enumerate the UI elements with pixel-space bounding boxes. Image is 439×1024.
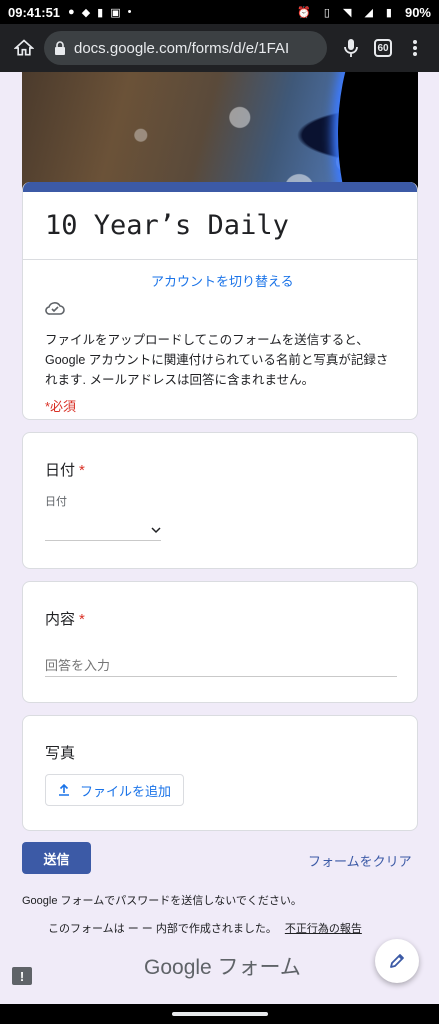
pencil-icon	[390, 954, 404, 968]
date-picker-input[interactable]	[45, 519, 161, 541]
signal-icon: ◢	[364, 6, 373, 19]
question-content: 内容 *	[22, 581, 418, 703]
question-title: 日付 *	[45, 459, 85, 480]
messenger-icon: ●	[68, 6, 75, 18]
question-photo: 写真 ファイルを追加	[22, 715, 418, 831]
browser-menu-button[interactable]	[399, 32, 431, 64]
browser-toolbar: docs.google.com/forms/d/e/1FAI 60	[0, 24, 439, 72]
form-title: 10 Year’s Daily	[23, 192, 417, 260]
wifi-icon: ◥	[342, 6, 352, 19]
cloud-check-icon	[45, 300, 65, 321]
question-date: 日付 * 日付	[22, 432, 418, 569]
created-note-text: このフォームは ー ー 内部で作成されました。	[48, 923, 277, 935]
question-title-text: 日付	[45, 462, 76, 479]
tab-count: 60	[374, 39, 392, 57]
submit-button[interactable]: 送信	[22, 842, 91, 874]
switch-account-link[interactable]: アカウントを切り替える	[151, 271, 294, 290]
question-title: 内容 *	[45, 608, 85, 629]
edit-button[interactable]	[375, 939, 419, 983]
upload-icon	[59, 784, 69, 796]
vibrate-icon: ▯	[323, 6, 330, 19]
required-mark: *	[79, 462, 85, 479]
notification-icon: ▣	[110, 6, 121, 19]
form-title-card: 10 Year’s Daily アカウントを切り替える ファイルをアップロードし…	[22, 182, 418, 420]
system-nav-bar	[0, 1004, 439, 1024]
url-bar[interactable]: docs.google.com/forms/d/e/1FAI	[44, 31, 327, 65]
chat-icon: ◆	[81, 6, 91, 19]
password-warning: Google フォームでパスワードを送信しないでください。	[22, 895, 302, 907]
add-file-label: ファイルを追加	[80, 783, 172, 799]
status-bar: 09:41:51 ● ◆ ▮ ▣ • ⏰ ▯ ◥ ◢ ▮ 90%	[0, 0, 439, 24]
chevron-down-icon	[151, 521, 161, 539]
feedback-icon[interactable]: !	[12, 967, 32, 985]
google-forms-logo: Google フォーム	[144, 956, 301, 979]
question-title-text: 内容	[45, 611, 76, 628]
date-sub-label: 日付	[45, 496, 67, 508]
more-dot-icon: •	[127, 6, 132, 18]
alarm-icon: ⏰	[297, 6, 311, 19]
report-abuse-link[interactable]: 不正行為の報告	[285, 923, 362, 935]
accent-bar	[23, 182, 417, 192]
status-time: 09:41:51	[8, 4, 61, 20]
gesture-handle[interactable]	[172, 1012, 268, 1016]
tab-switcher-button[interactable]: 60	[367, 32, 399, 64]
clear-form-link[interactable]: フォームをクリア	[308, 851, 412, 870]
voice-search-button[interactable]	[335, 32, 367, 64]
answer-input[interactable]	[45, 655, 397, 677]
page-content: 10 Year’s Daily アカウントを切り替える ファイルをアップロードし…	[0, 72, 439, 1004]
file-icon: ▮	[97, 6, 104, 19]
add-file-button[interactable]: ファイルを追加	[45, 774, 184, 806]
battery-level: 90%	[404, 4, 431, 20]
mic-icon	[344, 39, 358, 57]
lock-icon	[54, 41, 66, 55]
question-title: 写真	[45, 745, 76, 762]
home-button[interactable]	[8, 32, 40, 64]
required-note: *必須	[45, 399, 77, 414]
url-text: docs.google.com/forms/d/e/1FAI	[74, 39, 290, 57]
required-mark: *	[79, 611, 85, 628]
home-icon	[14, 39, 34, 56]
battery-icon: ▮	[385, 6, 392, 19]
created-note: このフォームは ー ー 内部で作成されました。 不正行為の報告	[48, 920, 362, 936]
more-vert-icon	[413, 40, 417, 56]
upload-notice: ファイルをアップロードしてこのフォームを送信すると、Google アカウントに関…	[45, 333, 389, 387]
